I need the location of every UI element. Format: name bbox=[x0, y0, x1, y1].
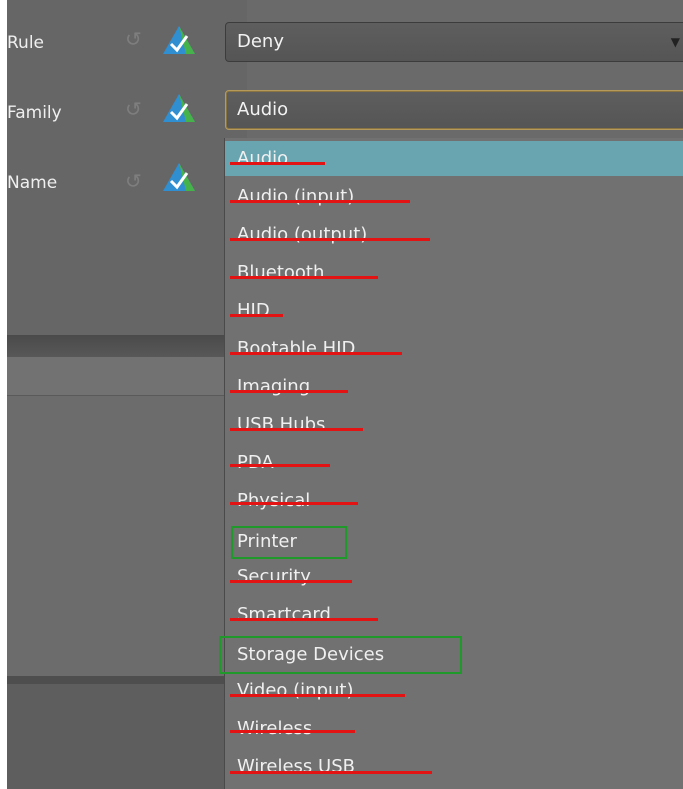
strike-annotation bbox=[230, 352, 402, 355]
family-dropdown-list: Audio Audio (input) Audio (output) Bluet… bbox=[219, 138, 683, 789]
strike-annotation bbox=[230, 238, 430, 241]
dropdown-option[interactable]: USB Hubs bbox=[225, 407, 683, 442]
strike-annotation bbox=[230, 428, 363, 431]
dropdown-option[interactable]: Wireless bbox=[225, 711, 683, 746]
family-select[interactable]: Audio bbox=[225, 90, 683, 130]
dropdown-option[interactable]: HID bbox=[225, 293, 683, 328]
strike-annotation bbox=[230, 314, 283, 317]
strike-annotation bbox=[230, 771, 432, 774]
family-label: Family bbox=[7, 103, 62, 123]
strike-annotation bbox=[230, 580, 352, 583]
strike-annotation bbox=[230, 162, 325, 165]
dropdown-option[interactable]: Bluetooth bbox=[225, 255, 683, 290]
strike-annotation bbox=[230, 390, 348, 393]
rule-select[interactable]: Deny ▼ bbox=[225, 22, 683, 62]
family-select-value: Audio bbox=[237, 99, 289, 120]
rule-label: Rule bbox=[7, 33, 45, 53]
left-pane-bottom bbox=[7, 684, 247, 789]
left-pane-separator bbox=[7, 335, 247, 357]
strike-annotation bbox=[230, 276, 378, 279]
dropdown-option[interactable]: Audio bbox=[225, 141, 683, 176]
reset-icon[interactable]: ↺ bbox=[125, 99, 142, 119]
strike-annotation bbox=[230, 694, 405, 697]
dropdown-option[interactable]: Video (input) bbox=[225, 673, 683, 708]
dropdown-option[interactable]: Bootable HID bbox=[225, 331, 683, 366]
left-pane-header bbox=[7, 357, 247, 396]
dropdown-option[interactable]: Audio (input) bbox=[225, 179, 683, 214]
dropdown-option[interactable]: PDA bbox=[225, 445, 683, 480]
reset-icon[interactable]: ↺ bbox=[125, 29, 142, 49]
left-pane-list bbox=[7, 396, 247, 676]
rule-select-value: Deny bbox=[237, 31, 284, 52]
triangle-check-icon[interactable] bbox=[162, 93, 196, 123]
strike-annotation bbox=[230, 200, 410, 203]
chevron-down-icon: ▼ bbox=[670, 35, 680, 49]
strike-annotation bbox=[230, 464, 330, 467]
dropdown-option[interactable]: Audio (output) bbox=[225, 217, 683, 252]
triangle-check-icon[interactable] bbox=[162, 25, 196, 55]
dropdown-option[interactable]: Security bbox=[225, 559, 683, 594]
strike-annotation bbox=[230, 730, 355, 733]
dropdown-option[interactable]: Imaging bbox=[225, 369, 683, 404]
left-pane-bottom-separator bbox=[7, 676, 247, 684]
highlight-annotation-storage bbox=[219, 636, 462, 674]
strike-annotation bbox=[230, 502, 358, 505]
dropdown-option[interactable]: Physical bbox=[225, 483, 683, 518]
dropdown-option[interactable]: Smartcard bbox=[225, 597, 683, 632]
reset-icon[interactable]: ↺ bbox=[125, 171, 142, 191]
dropdown-option[interactable]: Wireless USB bbox=[225, 749, 683, 784]
strike-annotation bbox=[230, 618, 378, 621]
highlight-annotation-printer bbox=[231, 526, 347, 559]
name-label: Name bbox=[7, 173, 58, 193]
rule-editor-panel: Rule ↺ Deny ▼ Family ↺ Audio Name ↺ Audi… bbox=[7, 0, 683, 789]
triangle-check-icon[interactable] bbox=[162, 162, 196, 192]
